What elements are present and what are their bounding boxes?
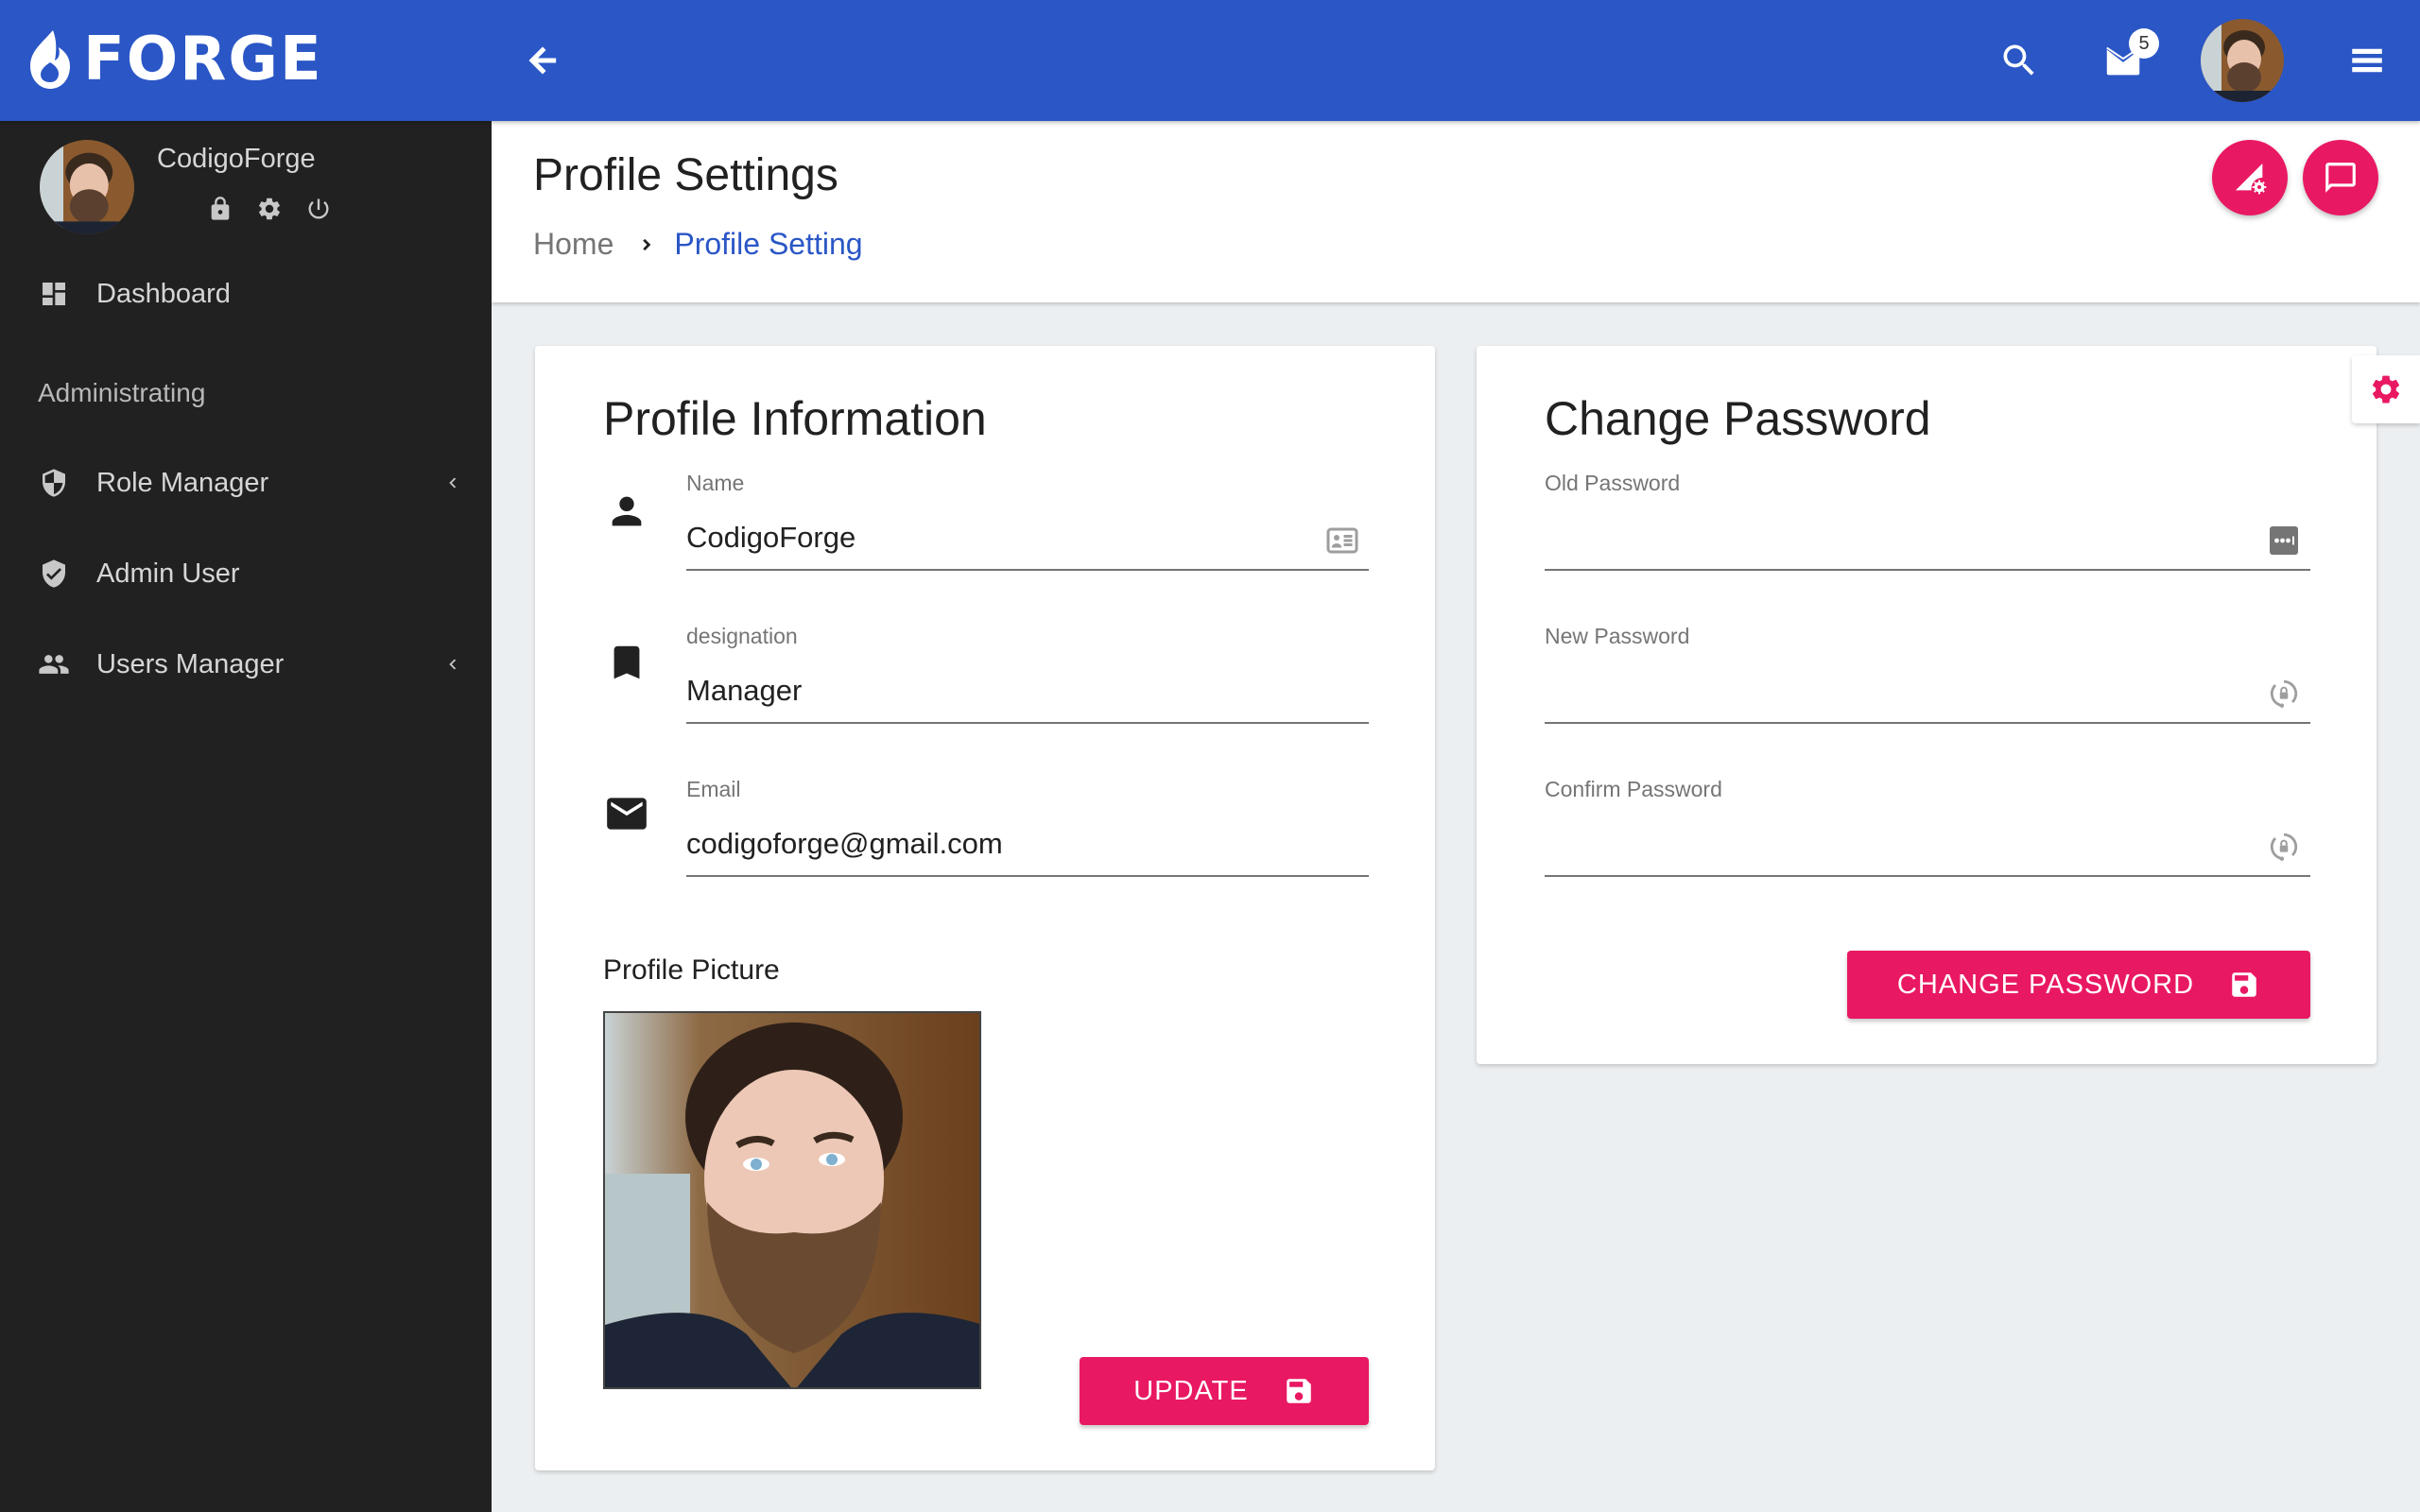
email-icon — [603, 790, 650, 837]
avatar-image — [40, 140, 134, 234]
person-icon — [603, 488, 650, 535]
brand-name: FORGE — [83, 25, 323, 94]
shield-check-icon — [38, 558, 70, 590]
sidebar-avatar[interactable] — [40, 140, 134, 234]
arrow-left-icon — [528, 46, 557, 75]
sidebar-item-label: Admin User — [96, 558, 240, 589]
signal-settings-fab[interactable] — [2212, 140, 2288, 215]
email-field: Email — [686, 777, 1369, 909]
theme-settings-tab[interactable] — [2352, 355, 2420, 423]
top-app-bar: FORGE 5 — [0, 0, 2420, 121]
update-button[interactable]: UPDATE — [1080, 1357, 1369, 1425]
dashboard-icon — [38, 278, 70, 310]
lock-button[interactable] — [206, 195, 234, 223]
chat-fab[interactable] — [2303, 140, 2378, 215]
designation-input[interactable] — [686, 665, 1369, 724]
old-password-input[interactable] — [1545, 512, 2310, 571]
update-button-label: UPDATE — [1133, 1375, 1249, 1406]
sidebar-item-role-manager[interactable]: Role Manager — [0, 450, 492, 516]
breadcrumb-current[interactable]: Profile Setting — [674, 227, 862, 262]
gear-icon — [259, 198, 280, 220]
save-icon — [2232, 972, 2256, 997]
logout-button[interactable] — [304, 195, 333, 223]
new-password-input[interactable] — [1545, 665, 2310, 724]
old-password-field: Old Password — [1545, 471, 2310, 603]
change-password-button[interactable]: CHANGE PASSWORD — [1847, 951, 2310, 1019]
page-header: Profile Settings Home Profile Setting — [492, 121, 2420, 302]
sidebar-item-label: Dashboard — [96, 278, 231, 309]
flame-logo-icon — [30, 30, 70, 89]
name-input[interactable] — [686, 512, 1369, 571]
sidebar-item-dashboard[interactable]: Dashboard — [0, 261, 492, 327]
avatar-image — [2201, 19, 2284, 102]
chevron-left-icon — [441, 471, 465, 495]
card-title: Change Password — [1545, 392, 1931, 445]
settings-button[interactable] — [255, 195, 284, 223]
mail-badge: 5 — [2129, 28, 2159, 59]
sidebar-item-users-manager[interactable]: Users Manager — [0, 631, 492, 697]
sidebar-user-panel — [40, 140, 134, 234]
confirm-password-label: Confirm Password — [1545, 777, 1722, 801]
search-icon — [2003, 44, 2034, 76]
chevron-left-icon — [441, 652, 465, 677]
change-password-button-label: CHANGE PASSWORD — [1896, 969, 2195, 1000]
power-icon — [308, 198, 329, 219]
change-password-card: Change Password Old Password New Passwor… — [1477, 346, 2377, 1064]
new-password-label: New Password — [1545, 624, 1690, 648]
gear-icon — [2372, 375, 2400, 404]
profile-picture[interactable] — [603, 1011, 981, 1389]
confirm-password-input[interactable] — [1545, 818, 2310, 877]
lock-reset-icon — [2267, 830, 2301, 864]
name-field: Name — [686, 471, 1369, 603]
sidebar-item-label: Role Manager — [96, 467, 269, 498]
new-password-field: New Password — [1545, 624, 2310, 756]
sidebar-username: CodigoForge — [157, 144, 316, 174]
back-button[interactable] — [518, 36, 567, 85]
people-icon — [38, 648, 70, 680]
id-card-icon — [1325, 524, 1359, 558]
bookmark-icon — [603, 639, 650, 686]
email-label: Email — [686, 777, 741, 801]
chevron-right-icon — [636, 234, 657, 255]
user-avatar-button[interactable] — [2201, 19, 2284, 102]
menu-button[interactable] — [2335, 28, 2399, 93]
signal-settings-icon — [2236, 163, 2267, 195]
chat-icon — [2325, 163, 2356, 193]
password-dots-icon — [2267, 524, 2301, 558]
menu-icon — [2352, 48, 2382, 73]
page-title: Profile Settings — [533, 150, 838, 200]
lock-icon — [211, 197, 230, 220]
forge-logo[interactable]: FORGE — [28, 28, 323, 91]
name-label: Name — [686, 471, 745, 495]
search-button[interactable] — [1987, 28, 2051, 93]
save-icon — [1286, 1379, 1311, 1403]
sidebar-item-admin-user[interactable]: Admin User — [0, 541, 492, 607]
old-password-label: Old Password — [1545, 471, 1681, 495]
profile-information-card: Profile Information Name designation Ema… — [535, 346, 1435, 1470]
sidebar-item-label: Users Manager — [96, 648, 285, 679]
designation-label: designation — [686, 624, 798, 648]
sidebar-section-administrating: Administrating — [38, 378, 206, 407]
mail-button[interactable]: 5 — [2091, 28, 2159, 93]
profile-picture-label: Profile Picture — [603, 954, 780, 986]
breadcrumb: Home Profile Setting — [533, 227, 863, 262]
sidebar-user-actions — [206, 195, 333, 223]
shield-half-icon — [38, 467, 70, 499]
profile-photo-image — [605, 1013, 979, 1387]
confirm-password-field: Confirm Password — [1545, 777, 2310, 909]
card-title: Profile Information — [603, 392, 987, 445]
lock-reset-icon — [2267, 677, 2301, 711]
email-input[interactable] — [686, 818, 1369, 877]
designation-field: designation — [686, 624, 1369, 756]
sidebar: CodigoForge Dashboard Administrating Rol… — [0, 121, 492, 1512]
breadcrumb-home[interactable]: Home — [533, 227, 614, 262]
